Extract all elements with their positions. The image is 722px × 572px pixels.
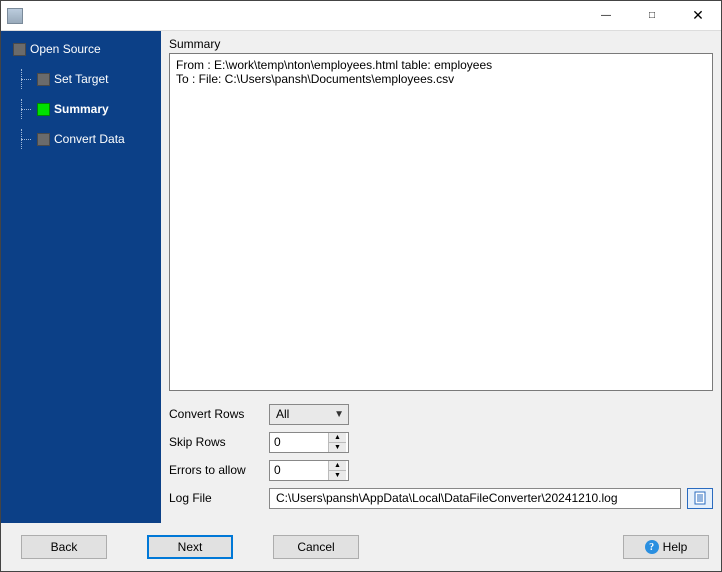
chevron-down-icon: ▼	[334, 409, 344, 420]
sidebar-step-summary[interactable]: Summary	[7, 99, 161, 119]
step-box-icon	[37, 133, 50, 146]
log-file-browse-button[interactable]	[687, 488, 713, 509]
spin-down-icon[interactable]: ▼	[329, 443, 346, 452]
wizard-footer: Back Next Cancel ? Help	[1, 523, 721, 571]
help-icon: ?	[645, 540, 659, 554]
convert-rows-label: Convert Rows	[169, 407, 269, 421]
sidebar-root-open-source[interactable]: Open Source	[7, 39, 161, 59]
sidebar-step-label: Set Target	[54, 72, 108, 86]
log-file-label: Log File	[169, 491, 269, 505]
sidebar-step-set-target[interactable]: Set Target	[7, 69, 161, 89]
help-button-label: Help	[663, 540, 688, 554]
maximize-button[interactable]: □	[629, 1, 675, 31]
app-icon	[7, 8, 23, 24]
convert-rows-value: All	[276, 407, 289, 421]
spin-down-icon[interactable]: ▼	[329, 471, 346, 480]
back-button[interactable]: Back	[21, 535, 107, 559]
next-button[interactable]: Next	[147, 535, 233, 559]
step-box-icon	[13, 43, 26, 56]
cancel-button[interactable]: Cancel	[273, 535, 359, 559]
main-panel: Summary From : E:\work\temp\nton\employe…	[161, 31, 721, 523]
step-box-icon	[37, 103, 50, 116]
log-file-input[interactable]	[269, 488, 681, 509]
errors-allow-spinner[interactable]: ▲ ▼	[269, 460, 349, 481]
step-box-icon	[37, 73, 50, 86]
summary-label: Summary	[169, 37, 713, 51]
sidebar-root-label: Open Source	[30, 42, 101, 56]
errors-allow-label: Errors to allow	[169, 463, 269, 477]
wizard-sidebar: Open Source Set Target Summary Convert D…	[1, 31, 161, 523]
spin-up-icon[interactable]: ▲	[329, 461, 346, 471]
document-icon	[693, 491, 707, 505]
help-button[interactable]: ? Help	[623, 535, 709, 559]
errors-allow-input[interactable]	[270, 461, 328, 480]
app-window: — □ ✕ Open Source Set Target Summary	[0, 0, 722, 572]
titlebar: — □ ✕	[1, 1, 721, 31]
sidebar-step-convert-data[interactable]: Convert Data	[7, 129, 161, 149]
skip-rows-label: Skip Rows	[169, 435, 269, 449]
spin-up-icon[interactable]: ▲	[329, 433, 346, 443]
minimize-button[interactable]: —	[583, 1, 629, 31]
sidebar-step-label: Summary	[54, 102, 109, 116]
skip-rows-input[interactable]	[270, 433, 328, 452]
summary-textarea[interactable]: From : E:\work\temp\nton\employees.html …	[169, 53, 713, 391]
sidebar-step-label: Convert Data	[54, 132, 125, 146]
close-button[interactable]: ✕	[675, 1, 721, 31]
convert-rows-select[interactable]: All ▼	[269, 404, 349, 425]
options-form: Convert Rows All ▼ Skip Rows ▲ ▼	[169, 403, 713, 515]
skip-rows-spinner[interactable]: ▲ ▼	[269, 432, 349, 453]
